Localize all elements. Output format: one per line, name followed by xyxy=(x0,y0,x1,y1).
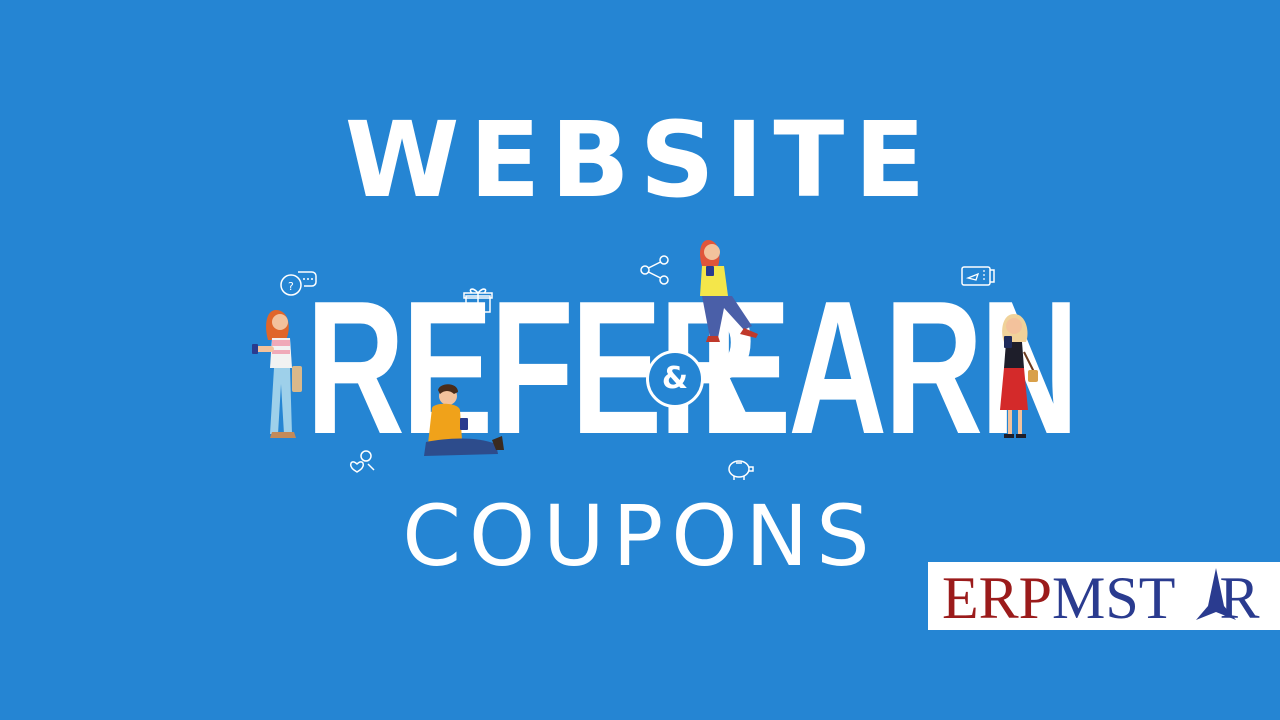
ticket-icon xyxy=(961,266,995,286)
chat-bubbles-icon: ? xyxy=(280,271,317,296)
share-icon xyxy=(640,255,669,285)
star-icon xyxy=(1196,568,1236,620)
svg-text:?: ? xyxy=(288,280,294,293)
brand-logo: ERPMST R xyxy=(928,562,1280,630)
person-sitting-illustration xyxy=(424,384,504,456)
logo-m-text: M xyxy=(1052,565,1106,631)
piggy-bank-icon xyxy=(728,460,754,480)
headline-website: WEBSITE xyxy=(344,99,936,221)
logo-st-text: ST xyxy=(1105,565,1176,631)
person-standing-right-illustration xyxy=(1000,314,1038,438)
logo-erp-text: ERP xyxy=(942,565,1053,631)
ampersand-badge: & xyxy=(646,350,704,408)
person-sitting-top-illustration xyxy=(700,240,758,342)
gift-icon xyxy=(463,288,493,313)
profile-heart-icon xyxy=(349,450,375,473)
banner: WEBSITE REFER EARN & COUPONS ? ERPMST R xyxy=(0,0,1280,720)
person-standing-left-illustration xyxy=(252,310,302,438)
